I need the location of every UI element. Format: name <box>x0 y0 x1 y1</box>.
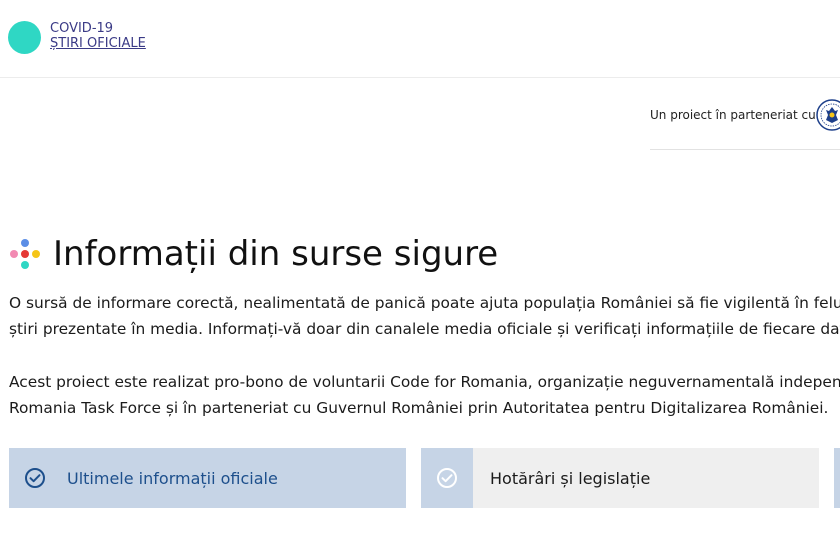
partner-section: Un proiect în parteneriat cu <box>650 98 840 150</box>
check-circle-icon <box>437 468 457 488</box>
check-circle-icon <box>25 468 45 488</box>
tab-label: Hotărâri și legislație <box>490 468 651 488</box>
logo-link[interactable]: COVID-19 ȘTIRI OFICIALE <box>50 21 146 51</box>
tab-next[interactable] <box>834 448 840 508</box>
tab-decisions-legislation[interactable]: Hotărâri și legislație <box>421 448 819 508</box>
logo-circle-icon[interactable] <box>8 21 41 54</box>
page-title: Informații din surse sigure <box>53 234 499 274</box>
logo-subtitle: ȘTIRI OFICIALE <box>50 36 146 51</box>
tab-icon-box <box>421 448 473 508</box>
intro-paragraph-line2: știri prezentate în media. Informați-vă … <box>9 320 840 338</box>
site-header: COVID-19 ȘTIRI OFICIALE <box>0 0 840 78</box>
colored-dots-icon <box>10 239 40 269</box>
project-paragraph-line2: Romania Task Force și în parteneriat cu … <box>9 399 829 417</box>
intro-paragraph-line1: O sursă de informare corectă, nealimenta… <box>9 294 840 312</box>
logo-title: COVID-19 <box>50 21 114 36</box>
project-paragraph: Acest proiect este realizat pro-bono de … <box>9 369 840 421</box>
tab-label: Ultimele informații oficiale <box>67 468 278 488</box>
romanian-government-seal-icon[interactable] <box>816 99 840 131</box>
intro-paragraph: O sursă de informare corectă, nealimenta… <box>9 290 840 342</box>
project-paragraph-line1: Acest proiect este realizat pro-bono de … <box>9 373 840 391</box>
tab-latest-official-info[interactable]: Ultimele informații oficiale <box>9 448 406 508</box>
partner-text: Un proiect în parteneriat cu <box>650 108 816 122</box>
